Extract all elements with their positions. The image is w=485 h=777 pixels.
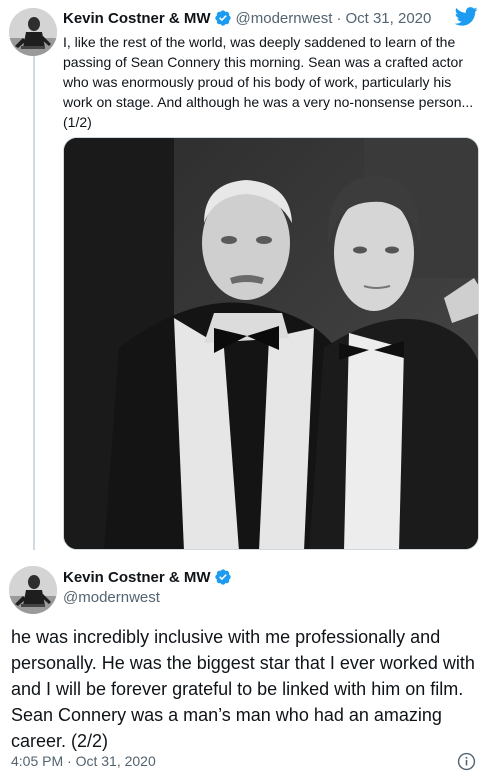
- info-icon[interactable]: [457, 752, 476, 771]
- avatar[interactable]: [9, 8, 57, 56]
- tweet-photo[interactable]: [63, 137, 479, 550]
- author-handle[interactable]: @modernwest: [63, 589, 160, 606]
- tweet-author-row: Kevin Costner & MW: [63, 568, 236, 586]
- author-name[interactable]: Kevin Costner & MW: [63, 569, 211, 586]
- author-name[interactable]: Kevin Costner & MW: [63, 10, 211, 27]
- verified-badge-icon: [214, 10, 231, 26]
- tweet-text: I, like the rest of the world, was deepl…: [63, 34, 474, 130]
- separator-dot: ·: [336, 9, 342, 27]
- tweet-text: he was incredibly inclusive with me prof…: [11, 627, 475, 751]
- twitter-bird-icon[interactable]: [455, 7, 478, 26]
- verified-badge-icon: [214, 569, 231, 585]
- tweet-date[interactable]: Oct 31, 2020: [345, 10, 431, 27]
- tweet-header: Kevin Costner & MW @modernwest · Oct 31,…: [63, 8, 431, 28]
- avatar[interactable]: [9, 566, 57, 614]
- author-handle[interactable]: @modernwest: [236, 10, 333, 27]
- tweet-timestamp[interactable]: 4:05 PM · Oct 31, 2020: [11, 753, 156, 769]
- thread-connector-line: [33, 56, 35, 550]
